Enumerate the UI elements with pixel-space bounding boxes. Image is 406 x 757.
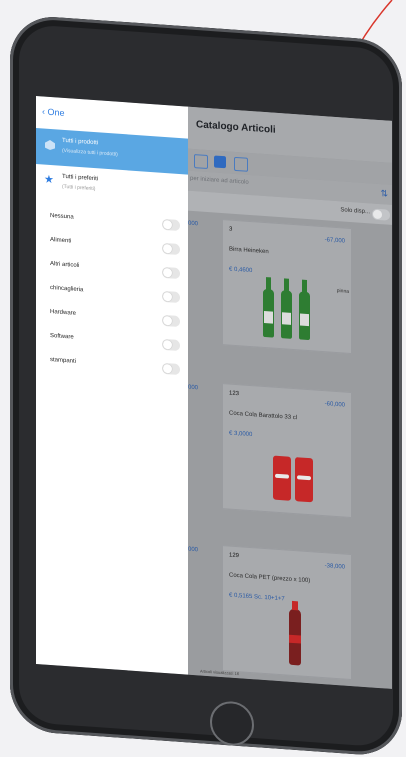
grid-view-icon[interactable] bbox=[214, 155, 226, 169]
product-discount: -60,000 bbox=[324, 401, 345, 409]
beer-bottle-image bbox=[299, 291, 310, 341]
cola-can-image bbox=[273, 455, 291, 501]
product-name: Coca Cola Barattolo 33 cl bbox=[229, 410, 298, 422]
category-toggle[interactable] bbox=[162, 362, 180, 376]
catalog-panel: Catalogo Articoli per iniziare ad artico… bbox=[186, 106, 392, 689]
category-label: chincaglieria bbox=[50, 284, 84, 294]
price-extra: Sc. 10+1+7 bbox=[254, 594, 285, 603]
category-label: Altri articoli bbox=[50, 260, 80, 270]
availability-filter-label: Solo disp... bbox=[340, 207, 370, 216]
category-label: Alimenti bbox=[50, 236, 72, 245]
product-name: Birra Heineken bbox=[229, 246, 269, 256]
beer-bottle-image bbox=[281, 290, 292, 339]
cola-can-image bbox=[295, 457, 313, 503]
product-discount: -67,000 bbox=[324, 237, 345, 245]
product-code: 129 bbox=[229, 552, 240, 560]
beer-bottle-image bbox=[263, 288, 274, 338]
price-value: € 0,5165 bbox=[229, 592, 253, 601]
product-price: € 0,5165 Sc. 10+1+7 bbox=[229, 592, 285, 602]
category-toggle[interactable] bbox=[162, 290, 180, 304]
sidebar-item-title: Tutti i prodotti bbox=[62, 137, 99, 147]
product-card[interactable]: 123 -60,000 Coca Cola Barattolo 33 cl € … bbox=[222, 383, 352, 519]
category-toggle[interactable] bbox=[162, 314, 180, 328]
app-screen: Catalogo Articoli per iniziare ad artico… bbox=[36, 96, 392, 689]
sort-icon[interactable]: ⇅ bbox=[380, 188, 388, 200]
availability-toggle[interactable] bbox=[372, 208, 390, 221]
category-toggle[interactable] bbox=[162, 242, 180, 256]
product-price: € 0,4600 bbox=[229, 266, 253, 275]
back-button[interactable]: ‹ One bbox=[42, 106, 65, 118]
product-card[interactable]: 129 -38,000 Coca Cola PET (prezzo x 100)… bbox=[222, 545, 352, 681]
left-value: 000 bbox=[188, 546, 199, 554]
category-toggle[interactable] bbox=[162, 338, 180, 352]
product-discount: -38,000 bbox=[324, 563, 345, 571]
product-code: 123 bbox=[229, 390, 240, 398]
product-price: € 3,0000 bbox=[229, 430, 253, 439]
left-value: 000 bbox=[188, 220, 199, 228]
category-toggle[interactable] bbox=[162, 266, 180, 280]
category-toggle[interactable] bbox=[162, 218, 180, 232]
category-label: Software bbox=[50, 332, 74, 341]
list-view-icon[interactable] bbox=[194, 154, 208, 170]
sidebar-item-title: Tutti i preferiti bbox=[62, 173, 99, 183]
box-icon bbox=[45, 139, 55, 150]
back-label: One bbox=[47, 106, 65, 118]
product-name: Coca Cola PET (prezzo x 100) bbox=[229, 572, 311, 585]
cola-bottle-image bbox=[289, 608, 301, 666]
product-unit: pinna bbox=[336, 288, 349, 295]
category-label: Nessuna bbox=[50, 212, 74, 221]
search-placeholder: per iniziare ad articolo bbox=[190, 175, 249, 186]
product-code: 3 bbox=[229, 226, 233, 233]
product-card[interactable]: 3 -67,000 Birra Heineken € 0,4600 pinna bbox=[222, 219, 352, 355]
category-label: stampanti bbox=[50, 356, 77, 365]
page-title: Catalogo Articoli bbox=[196, 119, 276, 136]
home-button[interactable] bbox=[210, 699, 254, 748]
sidebar-item-subtitle: (Visualizza tutti i prodotti) bbox=[62, 147, 118, 158]
category-sidebar: ‹ One Tutti i prodotti (Visualizza tutti… bbox=[36, 96, 188, 675]
large-grid-view-icon[interactable] bbox=[234, 156, 248, 172]
category-label: Hardware bbox=[50, 308, 77, 317]
sidebar-item-subtitle: (Tutti i preferiti) bbox=[62, 183, 96, 193]
star-icon: ★ bbox=[44, 173, 54, 187]
left-value: 000 bbox=[188, 384, 199, 392]
